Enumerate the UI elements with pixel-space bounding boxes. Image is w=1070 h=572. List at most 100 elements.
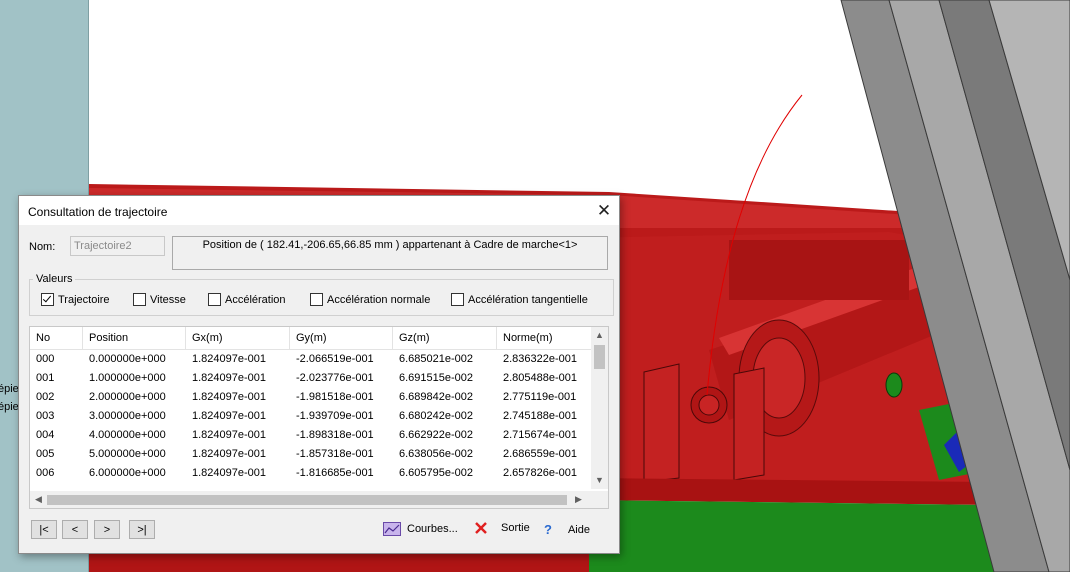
chart-icon	[383, 522, 401, 536]
table-cell: 3.000000e+000	[89, 410, 166, 422]
trajectory-table: No Position Gx(m) Gy(m) Gz(m) Norme(m) 0…	[29, 326, 609, 509]
table-cell: 1.824097e-001	[192, 410, 267, 422]
table-cell: 003	[36, 410, 55, 422]
checkbox-box[interactable]	[310, 293, 323, 306]
checkbox-box[interactable]	[133, 293, 146, 306]
scroll-corner	[591, 491, 608, 508]
table-cell: 006	[36, 467, 55, 479]
column-header-gx[interactable]: Gx(m)	[186, 327, 290, 349]
table-cell: 6.662922e-002	[399, 429, 474, 441]
table-cell: 6.680242e-002	[399, 410, 474, 422]
table-row[interactable]: 000 0.000000e+000 1.824097e-001 -2.066519e-…	[30, 350, 591, 369]
scroll-down-icon[interactable]: ▼	[595, 475, 604, 485]
table-row[interactable]: 005 5.000000e+000 1.824097e-001 -1.857318e-…	[30, 445, 591, 464]
table-row[interactable]: 002 2.000000e+000 1.824097e-001 -1.981518e-…	[30, 388, 591, 407]
table-cell: -1.981518e-001	[296, 391, 374, 403]
table-cell: 1.824097e-001	[192, 391, 267, 403]
position-info: Position de ( 182.41,-206.65,66.85 mm ) …	[172, 236, 608, 270]
scroll-thumb[interactable]	[594, 345, 605, 369]
table-cell: 2.805488e-001	[503, 372, 578, 384]
dialog-title: Consultation de trajectoire	[28, 205, 168, 219]
table-header: No Position Gx(m) Gy(m) Gz(m) Norme(m)	[30, 327, 591, 350]
horizontal-scrollbar[interactable]: ◀ ▶	[30, 491, 591, 508]
table-row[interactable]: 004 4.000000e+000 1.824097e-001 -1.898318e-…	[30, 426, 591, 445]
sortie-label: Sortie	[501, 522, 530, 534]
table-cell: -1.898318e-001	[296, 429, 374, 441]
checkbox-acceleration-normale[interactable]: Accélération normale	[310, 293, 430, 306]
table-cell: 6.691515e-002	[399, 372, 474, 384]
aide-label: Aide	[567, 523, 590, 536]
checkbox-vitesse[interactable]: Vitesse	[133, 293, 186, 306]
table-cell: 1.824097e-001	[192, 353, 267, 365]
table-cell: -2.023776e-001	[296, 372, 374, 384]
table-row[interactable]: 006 6.000000e+000 1.824097e-001 -1.816685e-…	[30, 464, 591, 483]
table-cell: 2.686559e-001	[503, 448, 578, 460]
column-header-position[interactable]: Position	[83, 327, 186, 349]
checkbox-box[interactable]	[208, 293, 221, 306]
next-button[interactable]: >	[94, 520, 120, 539]
table-cell: -1.939709e-001	[296, 410, 374, 422]
checkbox-label: Accélération tangentielle	[468, 293, 588, 306]
courbes-button[interactable]: Courbes...	[383, 522, 458, 536]
aide-button[interactable]: ? Aide	[544, 522, 590, 537]
table-cell: 2.715674e-001	[503, 429, 578, 441]
checkbox-acceleration[interactable]: Accélération	[208, 293, 286, 306]
table-cell: -1.857318e-001	[296, 448, 374, 460]
table-cell: 1.824097e-001	[192, 467, 267, 479]
table-cell: 2.836322e-001	[503, 353, 578, 365]
checkbox-trajectoire[interactable]: Trajectoire	[41, 293, 110, 306]
table-cell: 000	[36, 353, 55, 365]
valeurs-group-label: Valeurs	[33, 273, 76, 285]
table-cell: 002	[36, 391, 55, 403]
table-cell: 4.000000e+000	[89, 429, 166, 441]
previous-button[interactable]: <	[62, 520, 88, 539]
table-cell: 1.824097e-001	[192, 448, 267, 460]
checkbox-label: Vitesse	[150, 293, 186, 306]
table-cell: 001	[36, 372, 55, 384]
close-icon: ✕	[596, 200, 612, 220]
table-cell: 6.000000e+000	[89, 467, 166, 479]
scroll-thumb[interactable]	[47, 495, 567, 505]
table-cell: 6.605795e-002	[399, 467, 474, 479]
nom-label: Nom:	[29, 241, 56, 253]
table-cell: 1.824097e-001	[192, 372, 267, 384]
table-cell: 6.685021e-002	[399, 353, 474, 365]
last-button[interactable]: >|	[129, 520, 155, 539]
checkbox-acceleration-tangentielle[interactable]: Accélération tangentielle	[451, 293, 588, 306]
first-button[interactable]: |<	[31, 520, 57, 539]
panel-text-snippet: épie	[0, 401, 19, 413]
checkbox-label: Accélération normale	[327, 293, 431, 306]
help-icon: ?	[544, 522, 552, 537]
dialog-titlebar[interactable]: Consultation de trajectoire ✕	[19, 196, 619, 225]
nom-field[interactable]: Trajectoire2	[70, 236, 165, 256]
table-cell: 005	[36, 448, 55, 460]
table-cell: 1.824097e-001	[192, 429, 267, 441]
checkbox-box[interactable]	[451, 293, 464, 306]
scroll-up-icon[interactable]: ▲	[595, 330, 604, 340]
table-cell: -2.066519e-001	[296, 353, 374, 365]
courbes-label: Courbes...	[407, 523, 458, 535]
table-row[interactable]: 003 3.000000e+000 1.824097e-001 -1.939709e-…	[30, 407, 591, 426]
checkbox-label: Accélération	[225, 293, 286, 306]
checkbox-label: Trajectoire	[58, 293, 110, 306]
scroll-right-icon[interactable]: ▶	[575, 494, 582, 505]
table-cell: 5.000000e+000	[89, 448, 166, 460]
table-cell: 6.689842e-002	[399, 391, 474, 403]
table-cell: 2.000000e+000	[89, 391, 166, 403]
column-header-norme[interactable]: Norme(m)	[497, 327, 591, 349]
table-row[interactable]: 001 1.000000e+000 1.824097e-001 -2.023776e-…	[30, 369, 591, 388]
sortie-button[interactable]: Sortie	[475, 522, 530, 534]
close-button[interactable]: ✕	[589, 196, 619, 225]
column-header-gy[interactable]: Gy(m)	[290, 327, 393, 349]
table-cell: 2.745188e-001	[503, 410, 578, 422]
scroll-left-icon[interactable]: ◀	[35, 494, 42, 505]
table-cell: 2.657826e-001	[503, 467, 578, 479]
checkbox-box[interactable]	[41, 293, 54, 306]
table-cell: 004	[36, 429, 55, 441]
panel-text-snippet: épie	[0, 383, 19, 395]
close-x-icon	[475, 522, 487, 534]
column-header-gz[interactable]: Gz(m)	[393, 327, 497, 349]
table-cell: 2.775119e-001	[503, 391, 577, 403]
column-header-no[interactable]: No	[30, 327, 83, 349]
vertical-scrollbar[interactable]: ▲ ▼	[591, 327, 608, 489]
